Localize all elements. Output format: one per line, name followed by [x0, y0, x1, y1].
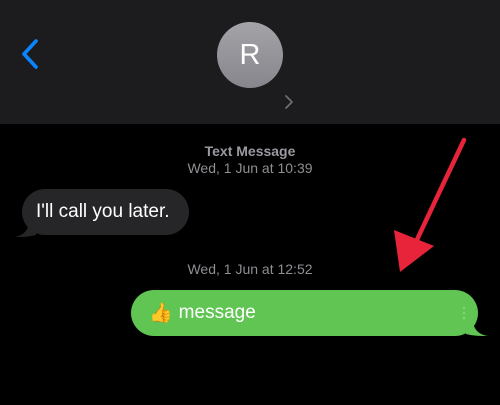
timestamp-divider: Wed, 1 Jun at 12:52: [0, 261, 500, 278]
timestamp: Wed, 1 Jun at 10:39: [187, 160, 313, 176]
contact-initial: R: [239, 38, 261, 71]
conversation-header: R: [0, 0, 500, 124]
messages-screen: R Text Message Wed, 1 Jun at 10:39 I'll …: [0, 0, 500, 405]
received-message-text: I'll call you later.: [36, 201, 170, 222]
thumbs-up-icon: 👍: [149, 302, 173, 324]
service-label: Text Message: [204, 143, 296, 159]
chevron-right-icon: [285, 95, 293, 109]
sent-message-bubble[interactable]: 👍 message: [131, 290, 478, 336]
received-message-bubble[interactable]: I'll call you later.: [22, 189, 189, 235]
back-button[interactable]: [16, 36, 48, 72]
thread-meta-header: Text Message Wed, 1 Jun at 10:39: [0, 143, 500, 177]
bubble-handle-icon: [462, 306, 466, 320]
contact-details-button[interactable]: [284, 94, 294, 110]
contact-avatar[interactable]: R: [217, 22, 283, 88]
sent-message-text: message: [178, 302, 256, 323]
chevron-left-icon: [22, 39, 38, 69]
timestamp: Wed, 1 Jun at 12:52: [187, 261, 313, 277]
